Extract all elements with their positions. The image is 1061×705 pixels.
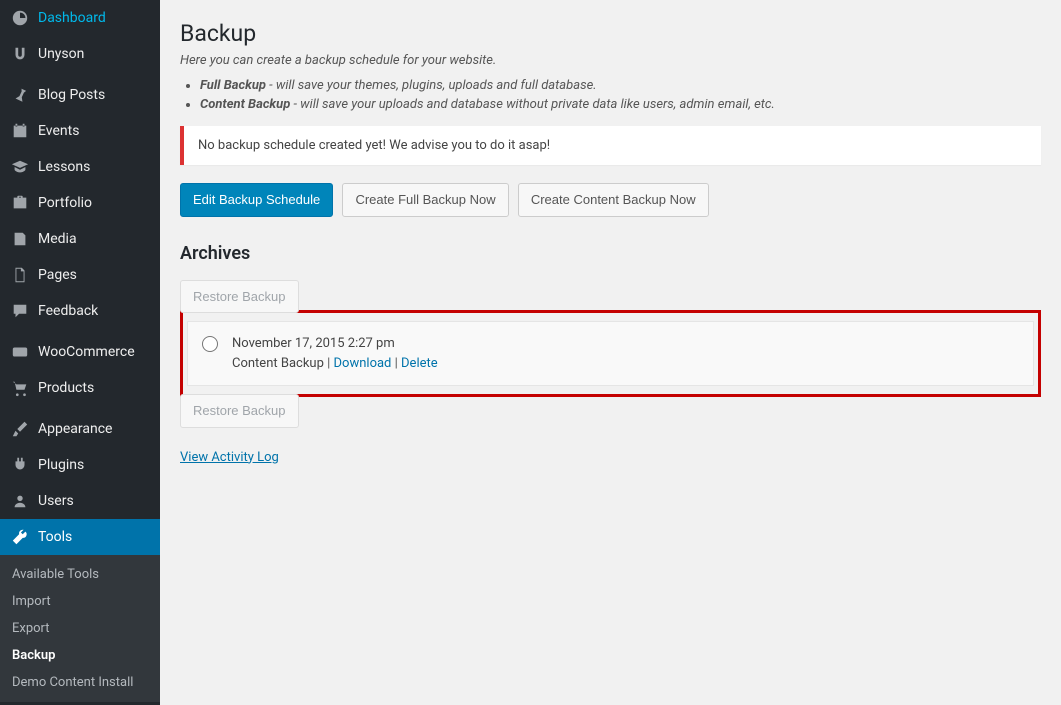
create-content-backup-button[interactable]: Create Content Backup Now <box>518 183 709 217</box>
archives-footer-row: Restore Backup <box>180 394 1041 428</box>
calendar-icon <box>10 121 30 141</box>
content-backup-desc: Content Backup - will save your uploads … <box>200 97 1041 112</box>
pin-icon <box>10 85 30 105</box>
sidebar-item-label: Tools <box>38 529 72 545</box>
brush-icon <box>10 419 30 439</box>
archives-heading: Archives <box>180 243 1041 264</box>
sidebar-item-feedback[interactable]: Feedback <box>0 293 160 329</box>
sidebar-item-label: Pages <box>38 267 77 283</box>
sidebar-item-label: Dashboard <box>38 10 106 26</box>
warning-notice: No backup schedule created yet! We advis… <box>180 126 1041 165</box>
graduation-cap-icon <box>10 157 30 177</box>
media-icon <box>10 229 30 249</box>
sidebar-item-label: Users <box>38 493 74 509</box>
sidebar-item-pages[interactable]: Pages <box>0 257 160 293</box>
comment-icon <box>10 301 30 321</box>
archives-header-row: Restore Backup <box>180 280 1041 314</box>
description-list: Full Backup - will save your themes, plu… <box>200 78 1041 112</box>
sidebar-item-media[interactable]: Media <box>0 221 160 257</box>
sidebar-sub-backup[interactable]: Backup <box>0 642 160 669</box>
sidebar-item-dashboard[interactable]: Dashboard <box>0 0 160 36</box>
restore-backup-button-top[interactable]: Restore Backup <box>180 280 299 314</box>
highlighted-archive: November 17, 2015 2:27 pm Content Backup… <box>180 310 1041 397</box>
archives-table: Restore Backup November 17, 2015 2:27 pm… <box>180 280 1041 428</box>
sidebar-item-label: Appearance <box>38 421 112 437</box>
full-backup-desc: Full Backup - will save your themes, plu… <box>200 78 1041 93</box>
wrench-icon <box>10 527 30 547</box>
archive-info: November 17, 2015 2:27 pm Content Backup… <box>232 334 438 373</box>
sidebar-item-lessons[interactable]: Lessons <box>0 149 160 185</box>
sidebar-item-blog-posts[interactable]: Blog Posts <box>0 77 160 113</box>
sidebar-submenu: Available Tools Import Export Backup Dem… <box>0 555 160 702</box>
unyson-icon <box>10 44 30 64</box>
plug-icon <box>10 455 30 475</box>
sidebar-sub-export[interactable]: Export <box>0 615 160 642</box>
archive-select-radio[interactable] <box>202 336 218 352</box>
woocommerce-icon <box>10 342 30 362</box>
sidebar-item-portfolio[interactable]: Portfolio <box>0 185 160 221</box>
sidebar-item-label: Feedback <box>38 303 98 319</box>
sidebar-item-events[interactable]: Events <box>0 113 160 149</box>
archive-date: November 17, 2015 2:27 pm <box>232 334 438 354</box>
briefcase-icon <box>10 193 30 213</box>
page-title: Backup <box>180 20 1041 47</box>
sidebar-sub-import[interactable]: Import <box>0 588 160 615</box>
sidebar-item-plugins[interactable]: Plugins <box>0 447 160 483</box>
dashboard-icon <box>10 8 30 28</box>
edit-backup-schedule-button[interactable]: Edit Backup Schedule <box>180 183 333 217</box>
sidebar-item-label: Products <box>38 380 94 396</box>
archive-actions: Content Backup | Download | Delete <box>232 354 438 374</box>
sidebar-item-unyson[interactable]: Unyson <box>0 36 160 72</box>
sidebar-item-label: Lessons <box>38 159 90 175</box>
sidebar-item-products[interactable]: Products <box>0 370 160 406</box>
sidebar-item-label: Media <box>38 231 77 247</box>
download-link[interactable]: Download <box>334 356 392 371</box>
sidebar-item-label: WooCommerce <box>38 344 135 360</box>
sidebar-item-tools[interactable]: Tools <box>0 519 160 555</box>
archive-row: November 17, 2015 2:27 pm Content Backup… <box>187 321 1034 386</box>
sidebar-item-appearance[interactable]: Appearance <box>0 411 160 447</box>
restore-backup-button-bottom[interactable]: Restore Backup <box>180 394 299 428</box>
main-content: Backup Here you can create a backup sche… <box>160 0 1061 705</box>
sidebar-item-label: Events <box>38 123 79 139</box>
cart-icon <box>10 378 30 398</box>
create-full-backup-button[interactable]: Create Full Backup Now <box>342 183 508 217</box>
admin-sidebar: Dashboard Unyson Blog Posts Events Lesso… <box>0 0 160 705</box>
sidebar-sub-demo-content[interactable]: Demo Content Install <box>0 669 160 696</box>
sidebar-item-label: Blog Posts <box>38 87 105 103</box>
view-activity-log-link[interactable]: View Activity Log <box>180 450 279 465</box>
sidebar-item-label: Unyson <box>38 46 84 62</box>
page-subtitle: Here you can create a backup schedule fo… <box>180 53 1041 68</box>
sidebar-item-woocommerce[interactable]: WooCommerce <box>0 334 160 370</box>
sidebar-item-users[interactable]: Users <box>0 483 160 519</box>
sidebar-item-label: Plugins <box>38 457 84 473</box>
sidebar-item-label: Portfolio <box>38 195 92 211</box>
archive-type: Content Backup <box>232 356 324 371</box>
sidebar-sub-available-tools[interactable]: Available Tools <box>0 561 160 588</box>
user-icon <box>10 491 30 511</box>
action-buttons: Edit Backup Schedule Create Full Backup … <box>180 183 1041 217</box>
delete-link[interactable]: Delete <box>401 356 438 371</box>
pages-icon <box>10 265 30 285</box>
